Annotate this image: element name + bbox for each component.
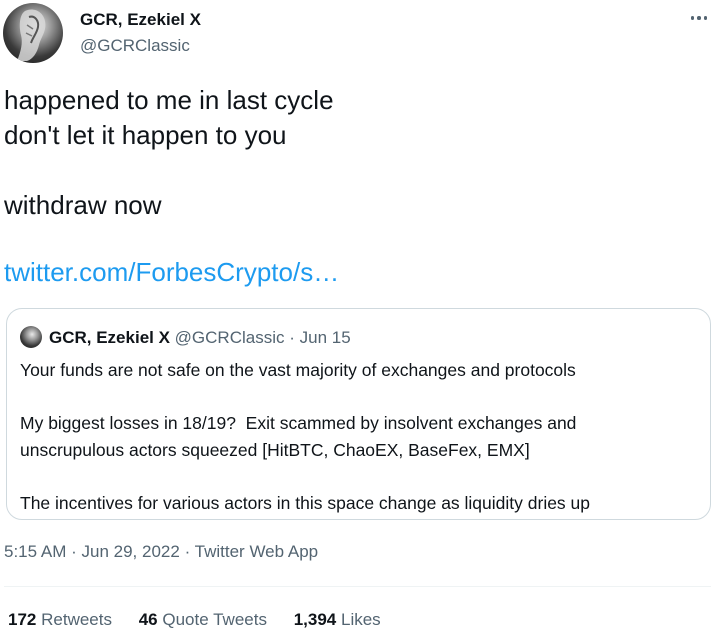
tweet-stats: 172 Retweets 46 Quote Tweets 1,394 Likes <box>8 610 403 630</box>
quoted-header: GCR, Ezekiel X @GCRClassic · Jun 15 <box>49 328 351 348</box>
quote-tweets-stat[interactable]: 46 Quote Tweets <box>139 610 267 630</box>
tweet-time[interactable]: 5:15 AM <box>4 542 66 561</box>
tweet-link[interactable]: twitter.com/ForbesCrypto/s… <box>4 257 339 288</box>
tweet-line: happened to me in last cycle <box>4 85 334 115</box>
retweets-label: Retweets <box>41 610 112 629</box>
retweets-stat[interactable]: 172 Retweets <box>8 610 112 630</box>
quoted-tweet[interactable]: GCR, Ezekiel X @GCRClassic · Jun 15 Your… <box>6 308 711 520</box>
quoted-line: unscrupulous actors squeezed [HitBTC, Ch… <box>20 439 530 460</box>
quoted-avatar[interactable] <box>20 326 42 348</box>
quoted-author-name[interactable]: GCR, Ezekiel X <box>49 328 170 347</box>
author-name[interactable]: GCR, Ezekiel X <box>80 10 201 30</box>
avatar[interactable] <box>3 3 63 63</box>
tweet-line: withdraw now <box>4 190 162 220</box>
quoted-date[interactable]: Jun 15 <box>300 328 351 347</box>
quoted-line <box>20 463 700 490</box>
quoted-line: My biggest losses in 18/19? Exit scammed… <box>20 413 577 433</box>
author-handle[interactable]: @GCRClassic <box>80 36 190 56</box>
tweet-line: don't let it happen to you <box>4 120 287 150</box>
likes-stat[interactable]: 1,394 Likes <box>294 610 381 630</box>
avatar-image <box>17 9 46 61</box>
quote-tweets-label: Quote Tweets <box>162 610 267 629</box>
quoted-separator: · <box>289 328 295 347</box>
likes-count: 1,394 <box>293 610 337 629</box>
tweet-header: GCR, Ezekiel X @GCRClassic <box>0 0 713 70</box>
quoted-author-handle[interactable]: @GCRClassic <box>175 328 285 347</box>
meta-separator: · <box>71 542 77 561</box>
more-horizontal-icon[interactable] <box>687 6 711 30</box>
quoted-line <box>20 384 700 411</box>
tweet-line <box>4 153 704 188</box>
retweets-count: 172 <box>8 610 37 629</box>
tweet-text: happened to me in last cycle don't let i… <box>4 83 704 223</box>
tweet-meta: 5:15 AM · Jun 29, 2022 · Twitter Web App <box>4 542 318 562</box>
quoted-line: Your funds are not safe on the vast majo… <box>20 360 576 380</box>
quoted-line: The incentives for various actors in thi… <box>20 492 591 513</box>
likes-label: Likes <box>340 610 381 629</box>
tweet-source[interactable]: Twitter Web App <box>195 542 318 561</box>
quote-tweets-count: 46 <box>138 610 158 629</box>
divider <box>4 586 711 587</box>
tweet-date[interactable]: Jun 29, 2022 <box>82 542 180 561</box>
meta-separator: · <box>184 542 191 561</box>
quoted-text: Your funds are not safe on the vast majo… <box>20 357 700 516</box>
